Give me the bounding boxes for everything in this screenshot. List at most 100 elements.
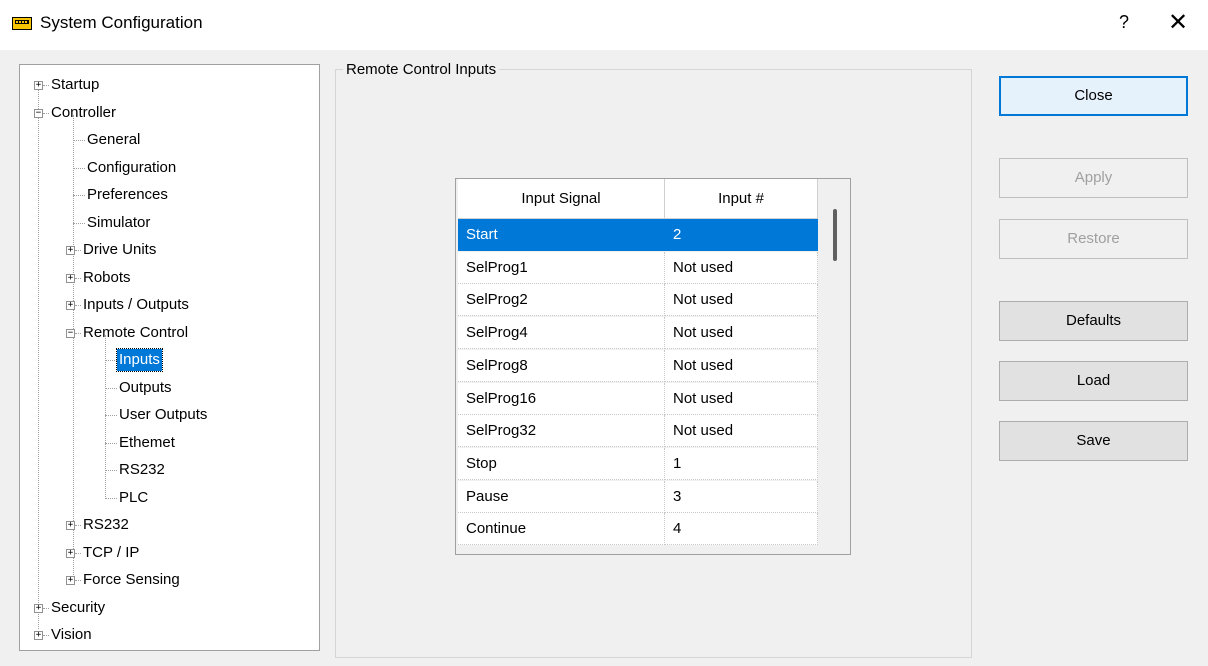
tree-node-rs232[interactable]: + RS232 (20, 514, 320, 536)
group-title: Remote Control Inputs (343, 61, 500, 78)
tree-node-label: Inputs / Outputs (83, 296, 189, 313)
save-button[interactable]: Save (999, 421, 1188, 461)
expand-icon[interactable]: + (34, 603, 43, 613)
cell-input-signal[interactable]: SelProg4 (458, 317, 665, 350)
load-button[interactable]: Load (999, 361, 1188, 401)
cell-input-number[interactable]: 1 (665, 447, 818, 480)
tree-node-remote-control[interactable]: − Remote Control (20, 322, 320, 344)
cell-input-signal[interactable]: Stop (458, 447, 665, 480)
config-tree[interactable]: + Startup − Controller General Configuration P… (19, 64, 320, 651)
tree-node-label: Drive Units (83, 241, 157, 258)
table-row[interactable]: Start 2 (458, 219, 818, 251)
tree-node-label: PLC (119, 488, 149, 506)
cell-input-number[interactable]: 3 (665, 480, 818, 513)
tree-node-label: Security (51, 598, 106, 616)
cell-input-signal[interactable]: SelProg2 (458, 284, 665, 317)
tree-node-simulator[interactable]: Simulator (20, 212, 320, 234)
tree-node-tcp-ip[interactable]: + TCP / IP (20, 542, 320, 564)
tree-node-label: Controller (51, 103, 117, 121)
tree-node-preferences[interactable]: Preferences (20, 184, 320, 206)
tree-node-label: Remote Control (83, 323, 189, 341)
collapse-icon[interactable]: − (66, 328, 75, 338)
table-row[interactable]: SelProg1 Not used (458, 251, 818, 284)
column-header-input-number[interactable]: Input # (665, 179, 818, 219)
expand-icon[interactable]: + (34, 631, 43, 640)
tree-node-vision[interactable]: + Vision (20, 624, 320, 646)
expand-icon[interactable]: + (66, 301, 75, 310)
tree-node-security[interactable]: + Security (20, 597, 320, 619)
tree-node-label: Inputs (116, 348, 163, 372)
collapse-icon[interactable]: − (34, 108, 43, 118)
tree-node-label: General (87, 131, 141, 148)
tree-node-configuration[interactable]: Configuration (20, 157, 320, 179)
cell-input-number[interactable]: Not used (665, 317, 818, 350)
tree-node-rs232[interactable]: RS232 (20, 459, 320, 481)
cell-input-number[interactable]: Not used (665, 284, 818, 317)
restore-button[interactable]: Restore (999, 219, 1188, 259)
tree-node-user-outputs[interactable]: User Outputs (20, 404, 320, 426)
column-header-input-signal[interactable]: Input Signal (458, 179, 665, 219)
tree-node-inputs[interactable]: Inputs (20, 348, 320, 372)
tree-node-outputs[interactable]: Outputs (20, 377, 320, 399)
grid-scrollbar[interactable] (821, 180, 849, 554)
tree-node-startup[interactable]: + Startup (20, 74, 320, 96)
tree-node-plc[interactable]: PLC (20, 487, 320, 509)
help-button[interactable]: ? (1114, 12, 1134, 33)
tree-node-label: Robots (83, 268, 131, 286)
cell-input-number[interactable]: Not used (665, 251, 818, 284)
cell-input-number[interactable]: 4 (665, 513, 818, 546)
expand-icon[interactable]: + (66, 521, 75, 530)
tree-node-general[interactable]: General (20, 129, 320, 151)
tree-node-label: RS232 (119, 461, 165, 478)
tree-node-inputs-outputs[interactable]: + Inputs / Outputs (20, 294, 320, 316)
tree-node-label: Ethemet (119, 433, 175, 451)
table-row[interactable]: SelProg16 Not used (458, 382, 818, 415)
table-row[interactable]: Continue 4 (458, 513, 818, 546)
close-button[interactable]: Close (999, 76, 1188, 116)
tree-node-robots[interactable]: + Robots (20, 267, 320, 289)
cell-input-signal[interactable]: Continue (458, 513, 665, 546)
apply-button[interactable]: Apply (999, 158, 1188, 198)
expand-icon[interactable]: + (34, 81, 43, 90)
expand-icon[interactable]: + (66, 246, 75, 255)
tree-node-force-sensing[interactable]: + Force Sensing (20, 569, 320, 591)
cell-input-number[interactable]: 2 (665, 219, 818, 251)
table-row[interactable]: Stop 1 (458, 447, 818, 480)
tree-node-label: Outputs (119, 378, 172, 396)
app-icon (12, 17, 32, 30)
tree-node-label: Preferences (87, 186, 168, 203)
tree-node-label: Simulator (87, 213, 151, 231)
close-window-icon[interactable]: ✕ (1166, 8, 1190, 37)
tree-node-label: User Outputs (119, 406, 208, 423)
cell-input-number[interactable]: Not used (665, 349, 818, 382)
tree-node-label: Force Sensing (83, 571, 180, 588)
table-row[interactable]: SelProg2 Not used (458, 284, 818, 317)
expand-icon[interactable]: + (66, 548, 75, 558)
expand-icon[interactable]: + (66, 273, 75, 283)
table-row[interactable]: SelProg4 Not used (458, 317, 818, 350)
tree-node-label: Startup (51, 76, 100, 93)
cell-input-signal[interactable]: SelProg8 (458, 349, 665, 382)
cell-input-signal[interactable]: SelProg16 (458, 382, 665, 415)
tree-node-drive-units[interactable]: + Drive Units (20, 239, 320, 261)
tree-node-label: RS232 (83, 516, 129, 533)
cell-input-signal[interactable]: Start (458, 219, 665, 251)
cell-input-number[interactable]: Not used (665, 382, 818, 415)
cell-input-signal[interactable]: SelProg1 (458, 251, 665, 284)
cell-input-signal[interactable]: SelProg32 (458, 415, 665, 448)
window-title: System Configuration (40, 13, 203, 32)
scrollbar-thumb[interactable] (833, 209, 837, 261)
tree-node-label: Vision (51, 626, 92, 643)
table-row[interactable]: SelProg8 Not used (458, 349, 818, 382)
cell-input-signal[interactable]: Pause (458, 480, 665, 513)
tree-node-ethemet[interactable]: Ethemet (20, 432, 320, 454)
defaults-button[interactable]: Defaults (999, 301, 1188, 341)
inputs-grid[interactable]: Input Signal Input # Start 2 SelProg1 Not u… (455, 178, 851, 555)
table-row[interactable]: SelProg32 Not used (458, 415, 818, 448)
tree-node-controller[interactable]: − Controller (20, 102, 320, 124)
expand-icon[interactable]: + (66, 576, 75, 585)
title-bar: System Configuration ? ✕ (0, 0, 1208, 50)
table-row[interactable]: Pause 3 (458, 480, 818, 513)
cell-input-number[interactable]: Not used (665, 415, 818, 448)
tree-node-label: TCP / IP (83, 543, 140, 561)
